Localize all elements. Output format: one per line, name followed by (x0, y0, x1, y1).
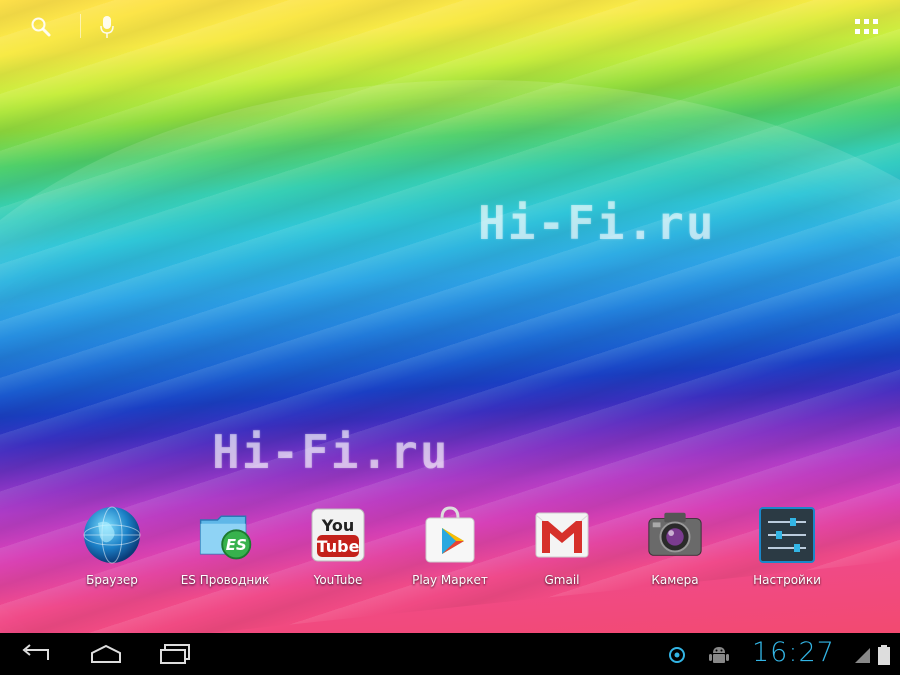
app-es-explorer[interactable]: ES ES Проводник (170, 505, 280, 587)
clock[interactable]: 16:27 (752, 637, 835, 668)
svg-text:You: You (321, 516, 355, 535)
app-play-store[interactable]: Play Маркет (395, 505, 505, 587)
app-label: ES Проводник (180, 573, 270, 587)
svg-text:ES: ES (226, 536, 247, 554)
camera-icon (645, 505, 705, 565)
home-icon[interactable] (76, 639, 136, 669)
svg-text:Tube: Tube (317, 537, 360, 556)
app-gmail[interactable]: Gmail (507, 505, 617, 587)
app-camera[interactable]: Камера (620, 505, 730, 587)
sync-icon (665, 643, 689, 667)
youtube-icon: You Tube (308, 505, 368, 565)
browser-globe-icon (82, 505, 142, 565)
app-youtube[interactable]: You Tube YouTube (283, 505, 393, 587)
back-icon[interactable] (6, 639, 66, 669)
battery-icon (872, 643, 896, 667)
home-dock: Браузер ES ES Проводник You Tube YouTube (0, 505, 900, 605)
android-debug-icon (707, 643, 731, 667)
app-label: Камера (651, 573, 699, 587)
play-store-icon (420, 505, 480, 565)
app-label: Play Маркет (412, 573, 488, 587)
settings-icon (757, 505, 817, 565)
divider (80, 14, 81, 38)
es-file-explorer-icon: ES (195, 505, 255, 565)
system-bar: 16:27 (0, 633, 900, 675)
gmail-icon (532, 505, 592, 565)
search-icon[interactable] (26, 12, 56, 42)
watermark: Hi-Fi.ru (478, 196, 716, 250)
signal-icon (850, 643, 874, 667)
all-apps-grid-icon[interactable] (852, 12, 882, 42)
app-label: Браузер (86, 573, 138, 587)
microphone-icon[interactable] (92, 12, 122, 42)
app-label: Gmail (544, 573, 580, 587)
app-settings[interactable]: Настройки (732, 505, 842, 587)
app-browser[interactable]: Браузер (57, 505, 167, 587)
watermark: Hi-Fi.ru (212, 425, 450, 479)
recent-apps-icon[interactable] (146, 639, 206, 669)
app-label: Настройки (753, 573, 821, 587)
app-label: YouTube (313, 573, 363, 587)
